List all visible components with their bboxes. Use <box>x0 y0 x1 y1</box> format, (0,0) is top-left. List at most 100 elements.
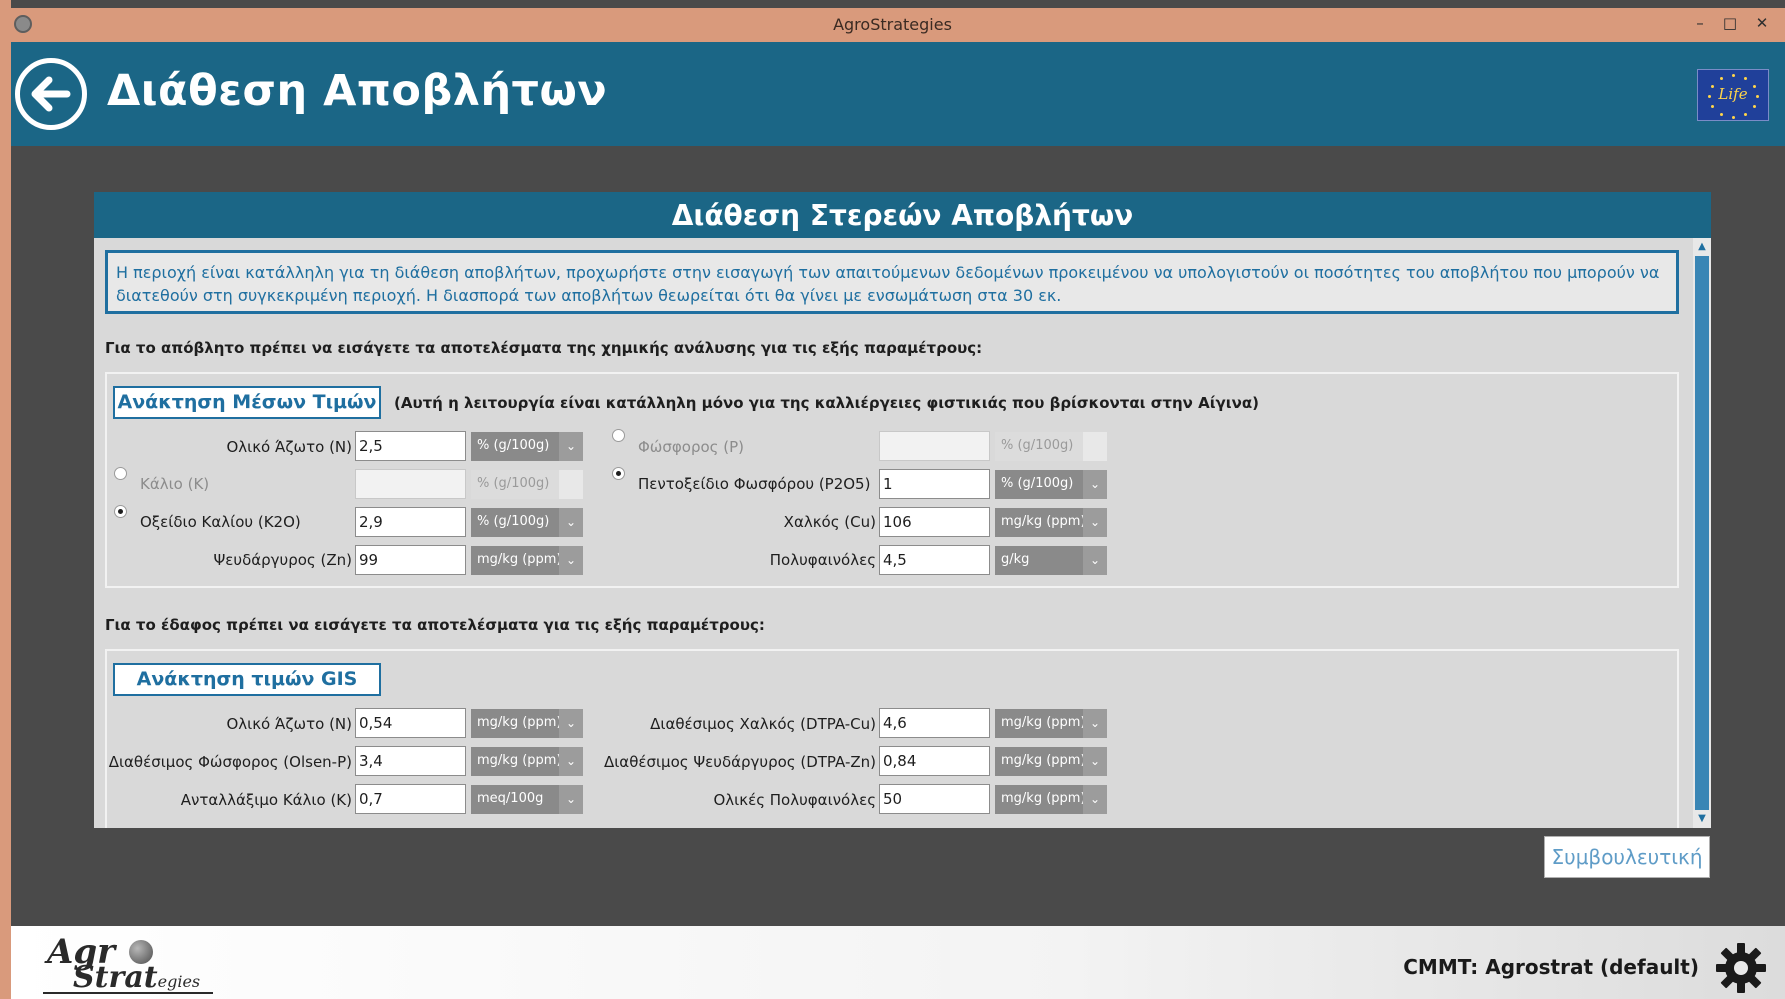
waste-zinc-unit: mg/kg (ppm) <box>477 552 562 567</box>
logo-line2: Strategies <box>73 960 200 995</box>
arrow-left-icon <box>31 76 71 112</box>
scroll-thumb[interactable] <box>1695 256 1709 810</box>
logo-line2-suffix: egies <box>157 972 201 991</box>
soil-olsen-p-input[interactable]: 3,4 <box>355 746 466 776</box>
chevron-down-icon: ⌄ <box>1083 709 1107 738</box>
back-button[interactable] <box>15 58 87 130</box>
waste-p2o5-unit-select[interactable]: % (g/100g) ⌄ <box>995 470 1107 499</box>
soil-total-polyphenols-unit-select[interactable]: mg/kg (ppm) ⌄ <box>995 785 1107 814</box>
waste-k2o-label: Οξείδιο Καλίου (K2O) <box>140 513 301 531</box>
eu-star <box>1744 113 1747 116</box>
soil-dtpa-zn-unit: mg/kg (ppm) <box>1001 753 1086 768</box>
soil-total-n-input[interactable]: 0,54 <box>355 708 466 738</box>
logo-underline <box>43 992 213 994</box>
cmmt-status: CMMT: Agrostrat (default) <box>1403 955 1699 979</box>
soil-dtpa-cu-unit-select[interactable]: mg/kg (ppm) ⌄ <box>995 709 1107 738</box>
potassium-radio[interactable] <box>114 467 127 480</box>
waste-phosphorus-unit: % (g/100g) <box>1001 438 1074 453</box>
k2o-radio[interactable] <box>114 505 127 518</box>
waste-copper-input[interactable]: 106 <box>879 507 990 537</box>
chevron-down-icon: ⌄ <box>559 785 583 814</box>
soil-total-polyphenols-label: Ολικές Πολυφαινόλες <box>713 791 877 809</box>
fetch-gis-values-button[interactable]: Ανάκτηση τιμών GIS <box>113 663 381 696</box>
soil-total-polyphenols-input[interactable]: 50 <box>879 784 990 814</box>
footer: Agr Strategies CMMT: Agrostrat (default) <box>11 926 1785 999</box>
waste-phosphorus-input[interactable] <box>879 431 990 461</box>
scroll-down-icon[interactable]: ▼ <box>1693 810 1711 828</box>
soil-exch-k-input[interactable]: 0,7 <box>355 784 466 814</box>
chevron-down-icon: ⌄ <box>1083 508 1107 537</box>
window-title: AgroStrategies <box>833 15 952 34</box>
eu-star <box>1720 113 1723 116</box>
waste-zinc-input[interactable]: 99 <box>355 545 466 575</box>
eu-star <box>1744 77 1747 80</box>
page-title: Διάθεση Αποβλήτων <box>107 66 608 116</box>
soil-olsen-p-unit: mg/kg (ppm) <box>477 753 562 768</box>
waste-zinc-label: Ψευδάργυρος (Zn) <box>213 551 353 569</box>
app-window: AgroStrategies – □ ✕ Διάθεση Αποβλήτων L… <box>0 0 1785 999</box>
eu-life-logo-text: Life <box>1718 85 1748 103</box>
eu-star <box>1753 85 1756 88</box>
waste-polyphenols-unit: g/kg <box>1001 552 1030 567</box>
soil-olsen-p-label: Διαθέσιμος Φώσφορος (Olsen-P) <box>108 753 352 771</box>
waste-polyphenols-unit-select[interactable]: g/kg ⌄ <box>995 546 1107 575</box>
soil-dtpa-cu-input[interactable]: 4,6 <box>879 708 990 738</box>
eu-star <box>1711 85 1714 88</box>
waste-total-n-unit-select[interactable]: % (g/100g) ⌄ <box>471 432 583 461</box>
card-scrollbar[interactable]: ▲ ▼ <box>1693 238 1711 828</box>
waste-polyphenols-input[interactable]: 4,5 <box>879 545 990 575</box>
waste-k2o-unit-select[interactable]: % (g/100g) ⌄ <box>471 508 583 537</box>
soil-section-label: Για το έδαφος πρέπει να εισάγετε τα αποτ… <box>105 616 765 634</box>
minimize-button[interactable]: – <box>1687 12 1713 34</box>
window-left-border <box>0 0 11 999</box>
waste-potassium-unit: % (g/100g) <box>477 476 550 491</box>
chevron-down-icon: ⌄ <box>1083 470 1107 499</box>
waste-polyphenols-label: Πολυφαινόλες <box>769 551 876 569</box>
waste-section-label: Για το απόβλητο πρέπει να εισάγετε τα απ… <box>105 339 983 357</box>
waste-zinc-unit-select[interactable]: mg/kg (ppm) ⌄ <box>471 546 583 575</box>
advisory-button[interactable]: Συμβουλευτική <box>1544 836 1710 878</box>
chevron-down-icon: ⌄ <box>559 432 583 461</box>
eu-star <box>1711 105 1714 108</box>
soil-exch-k-unit-select[interactable]: meq/100g ⌄ <box>471 785 583 814</box>
eu-life-logo: Life <box>1697 69 1769 121</box>
close-button[interactable]: ✕ <box>1749 12 1775 34</box>
eu-star <box>1732 116 1735 119</box>
phosphorus-radio[interactable] <box>612 429 625 442</box>
waste-potassium-label: Κάλιο (K) <box>140 475 210 493</box>
card-header: Διάθεση Στερεών Αποβλήτων <box>94 192 1711 238</box>
soil-exch-k-label: Ανταλλάξιμο Κάλιο (K) <box>180 791 352 809</box>
scroll-up-icon[interactable]: ▲ <box>1693 238 1711 256</box>
gear-icon[interactable] <box>1715 942 1767 994</box>
waste-total-n-unit: % (g/100g) <box>477 438 550 453</box>
soil-total-n-unit: mg/kg (ppm) <box>477 715 562 730</box>
soil-total-n-unit-select[interactable]: mg/kg (ppm) ⌄ <box>471 709 583 738</box>
waste-p2o5-input[interactable]: 1 <box>879 469 990 499</box>
fetch-note: (Αυτή η λειτουργία είναι κατάλληλη μόνο … <box>394 394 1259 412</box>
soil-parameters-group: Ανάκτηση τιμών GIS Ολικό Άζωτο (N) 0,54 … <box>105 649 1679 828</box>
soil-dtpa-cu-label: Διαθέσιμος Χαλκός (DTPA-Cu) <box>650 715 876 733</box>
p2o5-radio[interactable] <box>612 467 625 480</box>
eu-star <box>1732 74 1735 77</box>
eu-star <box>1753 105 1756 108</box>
waste-disposal-card: Διάθεση Στερεών Αποβλήτων Η περιοχή είνα… <box>94 192 1711 828</box>
waste-potassium-input[interactable] <box>355 469 466 499</box>
waste-copper-unit-select[interactable]: mg/kg (ppm) ⌄ <box>995 508 1107 537</box>
eu-star <box>1720 77 1723 80</box>
maximize-button[interactable]: □ <box>1717 12 1743 34</box>
waste-phosphorus-unit-select[interactable]: % (g/100g) ⌄ <box>995 432 1107 461</box>
waste-parameters-group: Ανάκτηση Μέσων Τιμών (Αυτή η λειτουργία … <box>105 372 1679 588</box>
waste-total-n-input[interactable]: 2,5 <box>355 431 466 461</box>
card-title: Διάθεση Στερεών Αποβλήτων <box>671 199 1134 232</box>
soil-dtpa-zn-unit-select[interactable]: mg/kg (ppm) ⌄ <box>995 747 1107 776</box>
fetch-mean-values-button[interactable]: Ανάκτηση Μέσων Τιμών <box>113 386 381 419</box>
waste-p2o5-unit: % (g/100g) <box>1001 476 1074 491</box>
chevron-down-icon: ⌄ <box>559 470 583 499</box>
soil-exch-k-unit: meq/100g <box>477 791 544 806</box>
eu-star <box>1756 95 1759 98</box>
soil-dtpa-zn-input[interactable]: 0,84 <box>879 746 990 776</box>
waste-k2o-input[interactable]: 2,9 <box>355 507 466 537</box>
waste-potassium-unit-select[interactable]: % (g/100g) ⌄ <box>471 470 583 499</box>
soil-dtpa-zn-label: Διαθέσιμος Ψευδάργυρος (DTPA-Zn) <box>603 753 876 771</box>
waste-total-n-label: Ολικό Άζωτο (N) <box>226 438 352 456</box>
